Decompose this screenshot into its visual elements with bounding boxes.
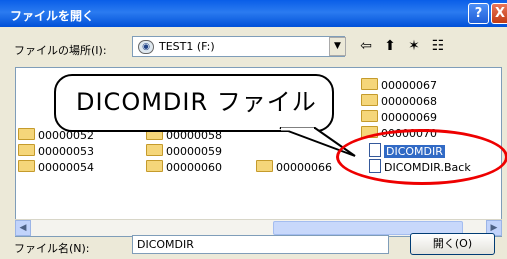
chevron-down-icon[interactable]: ▼ [329, 37, 346, 56]
list-item[interactable]: 00000070 [361, 126, 437, 141]
callout-text: DICOMDIR ファイル [76, 88, 317, 116]
folder-icon [361, 94, 378, 106]
list-item-dicomdir[interactable]: DICOMDIR [369, 143, 445, 159]
list-item[interactable]: 00000069 [361, 110, 437, 125]
drive-icon: ◉ [138, 40, 154, 54]
close-button[interactable]: X [491, 3, 507, 24]
filename-label: ファイル名(N): [14, 242, 90, 255]
folder-icon [361, 110, 378, 122]
folder-icon [256, 160, 273, 172]
look-in-value: TEST1 (F:) [159, 40, 215, 53]
list-item[interactable]: 00000067 [361, 78, 437, 93]
up-folder-icon[interactable]: ⬆ [380, 36, 400, 56]
list-item[interactable]: DICOMDIR.Back [369, 159, 471, 175]
list-item[interactable]: 00000066 [256, 160, 332, 175]
folder-icon [146, 144, 163, 156]
window-title: ファイルを開く [10, 9, 95, 23]
scroll-left-icon[interactable]: ◀ [15, 220, 31, 236]
back-arrow-icon[interactable]: ⇦ [356, 36, 376, 56]
file-icon [369, 143, 381, 157]
file-icon [369, 159, 381, 173]
list-item[interactable]: 00000054 [18, 160, 94, 175]
open-file-dialog: ファイルを開く ? X ファイルの場所(I): ◉ TEST1 (F:) ▼ ⇦… [0, 0, 507, 259]
folder-icon [18, 160, 35, 172]
help-button[interactable]: ? [468, 3, 489, 24]
list-item[interactable]: 00000059 [146, 144, 222, 159]
views-menu-icon[interactable]: ☷ [428, 36, 448, 56]
look-in-label: ファイルの場所(I): [14, 44, 107, 57]
folder-icon [18, 144, 35, 156]
look-in-select[interactable]: ◉ TEST1 (F:) [132, 36, 345, 57]
title-bar: ファイルを開く ? X [0, 0, 507, 27]
open-button[interactable]: 開く(O) [410, 233, 495, 255]
list-item[interactable]: 00000060 [146, 160, 222, 175]
list-item[interactable]: 00000068 [361, 94, 437, 109]
folder-icon [361, 126, 378, 138]
new-folder-icon[interactable]: ✶ [404, 36, 424, 56]
folder-icon [146, 160, 163, 172]
folder-icon [361, 78, 378, 90]
list-item[interactable]: 00000053 [18, 144, 94, 159]
folder-icon [18, 128, 35, 140]
filename-input[interactable]: DICOMDIR [132, 235, 389, 254]
